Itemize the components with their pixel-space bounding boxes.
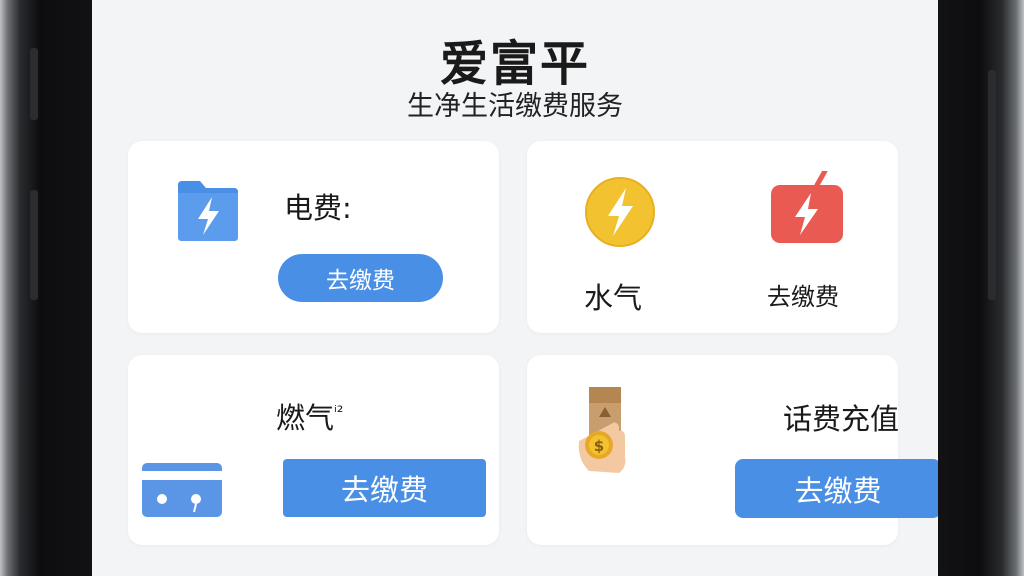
gas-pay-button[interactable]: 去缴费 bbox=[283, 459, 486, 517]
gas-label-mark: ⁱ² bbox=[334, 402, 344, 422]
power-button bbox=[988, 70, 996, 300]
volume-button bbox=[30, 48, 38, 120]
lightning-circle-icon bbox=[584, 176, 656, 248]
svg-text:$: $ bbox=[594, 437, 604, 455]
water-gas-card[interactable]: 水气 去缴费 bbox=[527, 141, 898, 333]
lightning-card-icon bbox=[767, 168, 847, 247]
app-subtitle: 生净生活缴费服务 bbox=[407, 91, 623, 122]
electricity-card[interactable]: 电费: 去缴费 bbox=[128, 141, 499, 333]
gas-card[interactable]: 燃气ⁱ² 去缴费 bbox=[128, 355, 499, 545]
water-gas-label: 水气 bbox=[584, 281, 643, 315]
phone-topup-card[interactable]: $ 话费充值 去缴费 bbox=[527, 355, 938, 545]
app-screen: 爱富平 生净生活缴费服务 电费: 去缴费 水气 去缴费 燃气ⁱ² 去缴费 $ 话… bbox=[92, 0, 938, 576]
phone-topup-label: 话费充值 bbox=[783, 402, 900, 436]
electricity-label: 电费: bbox=[284, 191, 352, 225]
gas-label: 燃气ⁱ² bbox=[276, 401, 344, 435]
volume-button bbox=[30, 190, 38, 300]
water-gas-pay-link[interactable]: 去缴费 bbox=[767, 277, 839, 312]
gas-card-icon bbox=[142, 459, 222, 517]
phone-bezel-left bbox=[0, 0, 92, 576]
lightning-folder-icon bbox=[174, 179, 242, 243]
coin-hand-icon: $ bbox=[577, 387, 639, 477]
phone-bezel-right bbox=[938, 0, 1024, 576]
electricity-pay-button[interactable]: 去缴费 bbox=[278, 254, 443, 302]
phone-pay-button[interactable]: 去缴费 bbox=[735, 459, 938, 518]
